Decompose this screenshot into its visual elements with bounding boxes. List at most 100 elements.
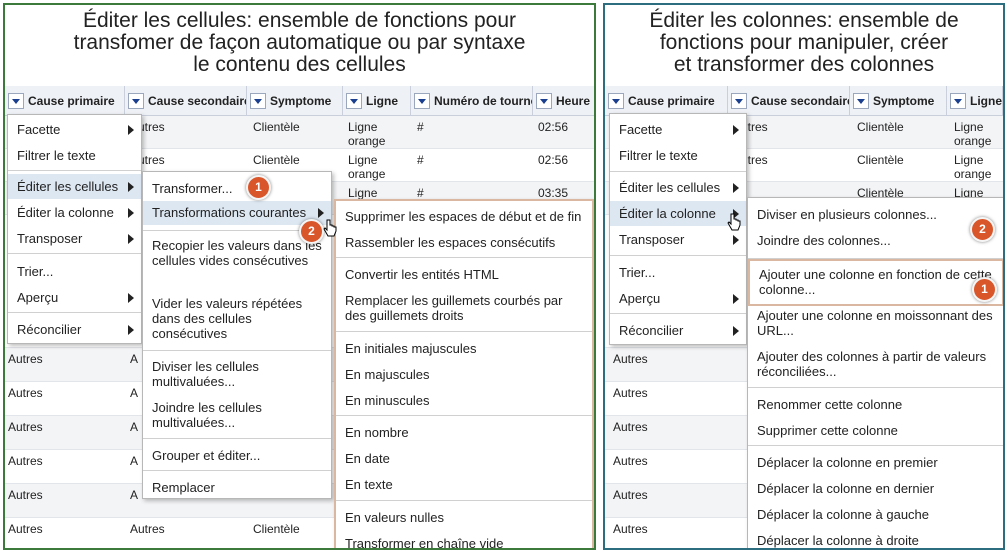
menu-item-trier[interactable]: Trier... (8, 264, 141, 279)
menu-item-diviser-colonnes[interactable]: Diviser en plusieurs colonnes... (748, 207, 1003, 222)
chevron-right-icon (733, 125, 739, 135)
dropdown-arrow-icon[interactable] (731, 92, 747, 109)
dropdown-arrow-icon[interactable] (8, 92, 24, 109)
chevron-right-icon (128, 234, 134, 244)
menu-item-apercu[interactable]: Aperçu (8, 290, 141, 305)
menu-item-facette[interactable]: Facette (610, 122, 746, 137)
table-cell: # (417, 153, 424, 167)
table-cell: Ligne (348, 186, 378, 200)
column-header[interactable]: Ligne (343, 86, 411, 116)
table-cell: Ligne orange (348, 153, 386, 181)
column-header[interactable]: Symptome (850, 86, 947, 116)
menu-item-rassembler-espaces[interactable]: Rassembler les espaces consécutifs (336, 235, 592, 250)
column-header[interactable]: Symptome (247, 86, 343, 116)
menu-item-vider-valeurs[interactable]: Vider les valeurs répétées dans des cell… (143, 296, 331, 341)
dropdown-arrow-icon[interactable] (346, 92, 362, 109)
table-cell: Autres (130, 522, 165, 536)
menu-item-renommer-colonne[interactable]: Renommer cette colonne (748, 397, 1003, 412)
menu-item-convertir-html[interactable]: Convertir les entités HTML (336, 267, 592, 282)
table-cell: A (130, 454, 139, 468)
edit-column-submenu: Diviser en plusieurs colonnes... Joindre… (747, 197, 1003, 548)
menu-item-ajouter-colonne-url[interactable]: Ajouter une colonne en moissonnant des U… (748, 308, 1003, 338)
dropdown-arrow-icon[interactable] (128, 92, 144, 109)
chevron-right-icon (733, 326, 739, 336)
menu-item-transposer[interactable]: Transposer (610, 232, 746, 247)
chevron-right-icon (128, 182, 134, 192)
menu-item-minuscules[interactable]: En minuscules (336, 393, 592, 408)
menu-divider (610, 171, 746, 172)
menu-divider (8, 170, 141, 171)
column-header-row: Cause primaire Cause secondaire Symptome… (5, 86, 594, 116)
menu-item-apercu[interactable]: Aperçu (610, 291, 746, 306)
table-cell: Clientèle (253, 120, 300, 134)
table-cell: # (417, 186, 424, 200)
menu-item-deplacer-droite[interactable]: Déplacer la colonne à droite (748, 533, 1003, 548)
menu-item-majuscules[interactable]: En majuscules (336, 367, 592, 382)
menu-item-remplacer-guillemets[interactable]: Remplacer les guillemets courbés par des… (336, 293, 592, 323)
column-header[interactable]: Cause secondaire (125, 86, 247, 116)
menu-item-editer-cellules[interactable]: Éditer les cellules (8, 174, 141, 199)
chevron-right-icon (128, 293, 134, 303)
dropdown-arrow-icon[interactable] (414, 92, 430, 109)
menu-item-initiales-majuscules[interactable]: En initiales majuscules (336, 341, 592, 356)
menu-item-deplacer-dernier[interactable]: Déplacer la colonne en dernier (748, 481, 1003, 496)
step-badge: 1 (246, 175, 271, 200)
menu-item-filtrer-texte[interactable]: Filtrer le texte (610, 148, 746, 163)
column-header[interactable]: Numéro de tournée (411, 86, 533, 116)
menu-item-supprimer-colonne[interactable]: Supprimer cette colonne (748, 423, 1003, 438)
menu-item-ajouter-colonnes-reconciliees[interactable]: Ajouter des colonnes à partir de valeurs… (748, 349, 1003, 379)
chevron-right-icon (733, 183, 739, 193)
menu-item-filtrer-texte[interactable]: Filtrer le texte (8, 148, 141, 163)
menu-item-supprimer-espaces[interactable]: Supprimer les espaces de début et de fin (336, 209, 592, 224)
menu-divider (610, 255, 746, 256)
menu-item-chaine-vide[interactable]: Transformer en chaîne vide (336, 536, 592, 548)
menu-item-editer-cellules[interactable]: Éditer les cellules (610, 180, 746, 195)
column-header[interactable]: Cause primaire (5, 86, 125, 116)
menu-item-editer-colonne[interactable]: Éditer la colonne (610, 201, 746, 226)
chevron-right-icon (318, 208, 324, 218)
step-badge: 2 (970, 217, 995, 242)
column-header[interactable]: Cause primaire (605, 86, 728, 116)
menu-item-remplacer[interactable]: Remplacer (143, 480, 331, 495)
menu-item-deplacer-premier[interactable]: Déplacer la colonne en premier (748, 455, 1003, 470)
table-cell: Autres (8, 454, 43, 468)
menu-divider (336, 257, 592, 258)
menu-item-transposer[interactable]: Transposer (8, 231, 141, 246)
menu-item-valeurs-nulles[interactable]: En valeurs nulles (336, 510, 592, 525)
chevron-right-icon (128, 125, 134, 135)
column-header[interactable]: Cause secondaire (728, 86, 850, 116)
table-cell: A (130, 352, 139, 366)
menu-item-recopier-valeurs[interactable]: Recopier les valeurs dans les cellules v… (143, 238, 331, 268)
column-header[interactable]: Heure (533, 86, 594, 116)
dropdown-arrow-icon[interactable] (853, 92, 869, 109)
menu-item-trier[interactable]: Trier... (610, 265, 746, 280)
menu-item-en-nombre[interactable]: En nombre (336, 425, 592, 440)
menu-item-ajouter-colonne-fonction[interactable]: Ajouter une colonne en fonction de cette… (748, 259, 1003, 306)
menu-item-transformer[interactable]: Transformer... (143, 181, 331, 196)
menu-item-en-texte[interactable]: En texte (336, 477, 592, 492)
menu-item-en-date[interactable]: En date (336, 451, 592, 466)
dropdown-arrow-icon[interactable] (950, 92, 966, 109)
menu-divider (336, 331, 592, 332)
table-cell: 02:56 (538, 120, 569, 134)
dropdown-arrow-icon[interactable] (536, 92, 552, 109)
menu-item-grouper-editer[interactable]: Grouper et éditer... (143, 448, 331, 463)
chevron-right-icon (128, 325, 134, 335)
menu-item-editer-colonne[interactable]: Éditer la colonne (8, 205, 141, 220)
menu-item-facette[interactable]: Facette (8, 122, 141, 137)
menu-item-joindre-cellules[interactable]: Joindre les cellules multivaluées... (143, 400, 331, 430)
menu-item-deplacer-gauche[interactable]: Déplacer la colonne à gauche (748, 507, 1003, 522)
table-cell: Ligne orange (954, 153, 992, 181)
column-header[interactable]: Ligne (947, 86, 1003, 116)
menu-item-diviser-cellules[interactable]: Diviser les cellules multivaluées... (143, 359, 331, 389)
menu-item-reconcilier[interactable]: Réconcilier (610, 323, 746, 338)
menu-item-reconcilier[interactable]: Réconcilier (8, 322, 141, 337)
table-cell: Autres (613, 352, 648, 366)
column-context-menu: Facette Filtrer le texte Éditer les cell… (7, 114, 142, 344)
hand-cursor-icon (323, 219, 337, 237)
table-cell: Autres (613, 386, 648, 400)
dropdown-arrow-icon[interactable] (608, 92, 624, 109)
menu-item-joindre-colonnes[interactable]: Joindre des colonnes... (748, 233, 1003, 248)
dropdown-arrow-icon[interactable] (250, 92, 266, 109)
table-cell: Clientèle (253, 153, 300, 167)
